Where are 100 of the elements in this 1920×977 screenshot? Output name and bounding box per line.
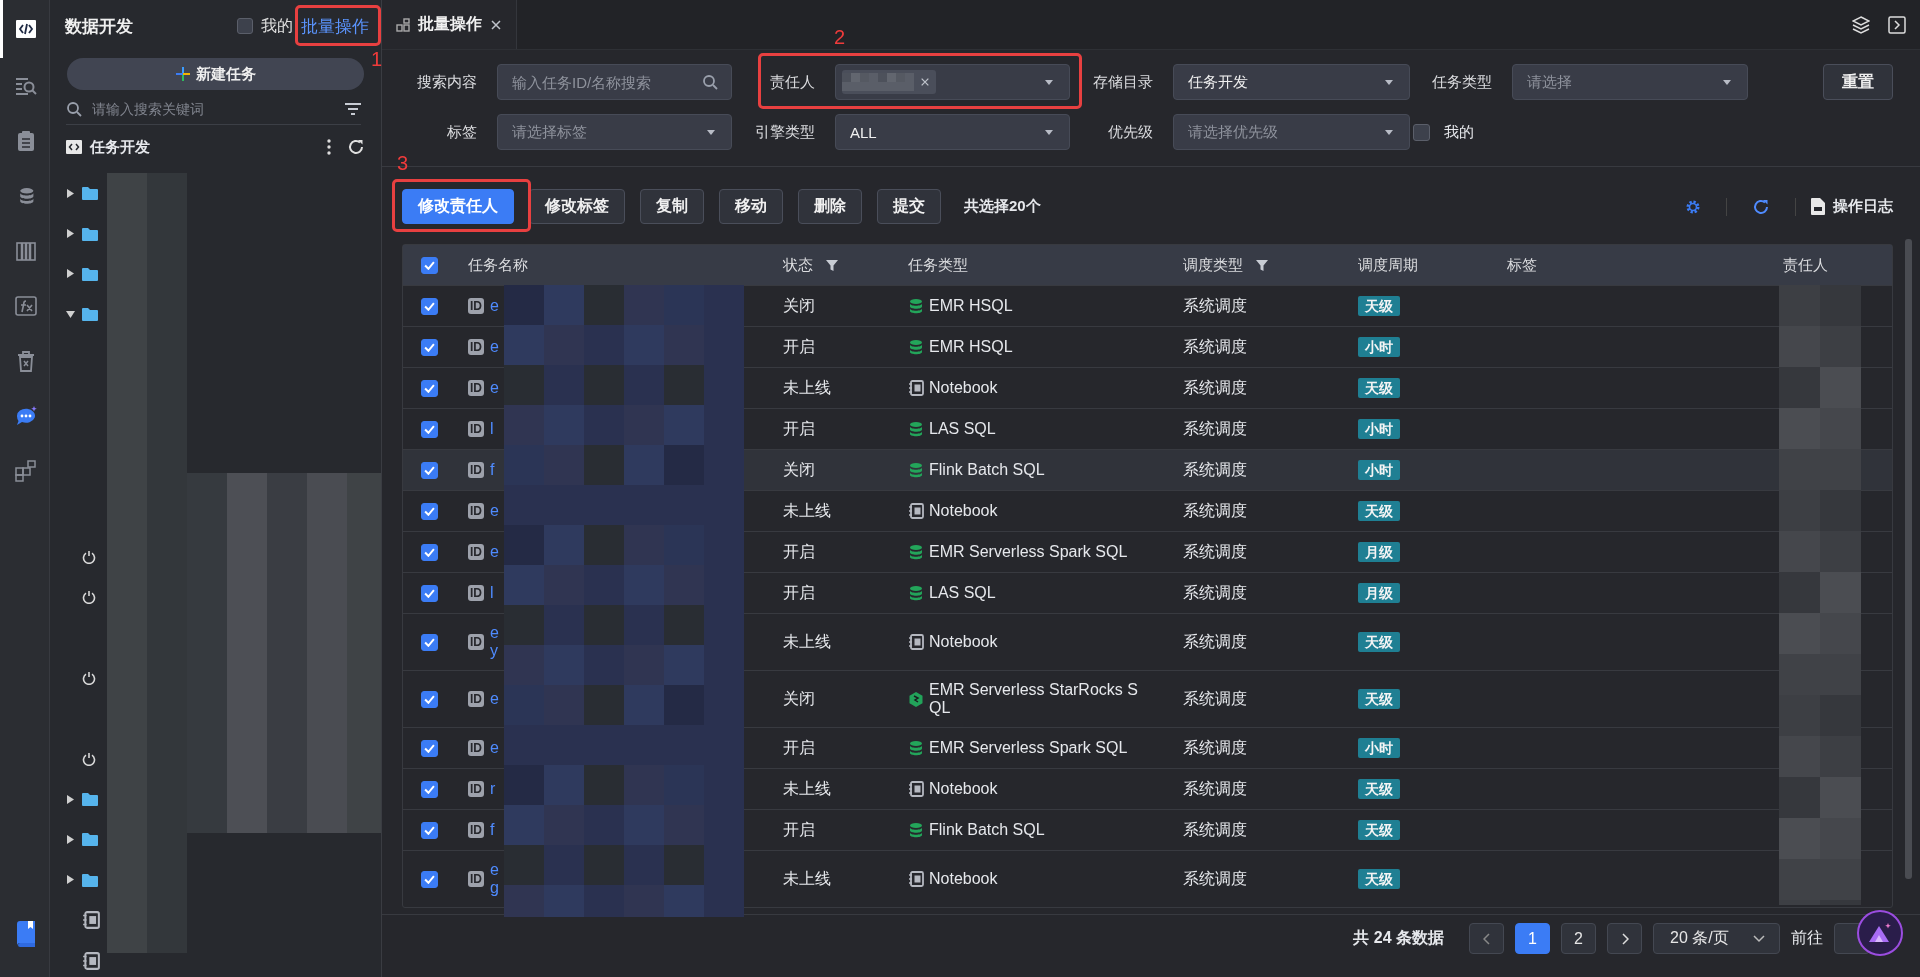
section-title: 任务开发 [90,137,151,157]
search-field[interactable]: 请输入搜索关键词 [90,100,337,118]
caret-right-icon[interactable] [65,229,75,239]
page-button[interactable]: 1 [1515,923,1550,954]
table-cell-text: 关闭 [782,296,816,316]
task-name-link[interactable]: e [490,739,499,757]
layers-icon[interactable] [1852,15,1870,34]
panel-toggle-icon[interactable] [1888,15,1906,34]
select-field[interactable]: 请选择 [1512,64,1748,100]
action-button[interactable]: 修改标签 [529,189,625,224]
checkbox[interactable] [420,780,438,798]
caret-right-icon[interactable] [65,794,75,804]
new-task-button[interactable]: 新建任务 [67,58,364,90]
checkbox[interactable] [420,256,438,274]
close-icon[interactable] [920,77,930,87]
caret-right-icon[interactable] [65,875,75,885]
folder-icon [82,266,98,281]
checkbox[interactable] [420,420,438,438]
checkbox[interactable] [420,584,438,602]
select-field[interactable]: 任务开发 [1173,64,1410,100]
task-name-link[interactable]: e [490,379,499,397]
table-cell: Notebook [929,502,998,520]
table-cell-text: 系统调度 [1182,378,1248,398]
checkbox[interactable] [237,18,253,34]
select-field[interactable]: 请选择标签 [497,114,732,150]
checkbox[interactable] [420,690,438,708]
checkbox[interactable] [420,633,438,651]
filter-icon[interactable] [1255,258,1269,272]
close-icon[interactable] [490,18,502,31]
task-name-link[interactable]: l [490,420,494,438]
checkbox[interactable] [420,297,438,315]
caret-right-icon[interactable] [65,834,75,844]
caret-right-icon[interactable] [65,188,75,198]
task-name-link[interactable]: f [490,461,495,479]
field-label: 引擎类型 [754,122,816,142]
table-cell-text: 系统调度 [1182,501,1248,521]
checkbox[interactable] [420,870,438,888]
reset-button[interactable]: 重置 [1823,64,1893,100]
check-icon [423,874,435,884]
task-name-link[interactable]: l [490,584,494,602]
scrollbar[interactable] [1905,239,1912,879]
task-name-link[interactable]: e g [490,861,499,897]
task-name-link[interactable]: f [490,821,495,839]
task-name-link[interactable]: r [490,780,496,798]
batch-link[interactable]: 批量操作 [301,14,369,38]
table-cell-text: 系统调度 [1182,632,1248,652]
action-button[interactable]: 删除 [798,189,862,224]
checkbox[interactable] [420,739,438,757]
page-size-select[interactable]: 20 条/页 [1653,923,1780,954]
table-cell: Flink Batch SQL [929,461,1045,479]
checkbox[interactable] [420,543,438,561]
search-field[interactable]: 输入任务ID/名称搜索 [497,64,732,100]
caret-down-icon[interactable] [65,309,75,319]
chat-bot-icon [15,404,37,427]
selection-count: 共选择20个 [964,197,1041,216]
task-name-link[interactable]: e [490,502,499,520]
checkbox[interactable] [420,461,438,479]
table-cell-text: 开启 [782,337,816,357]
id-badge: ID [468,380,484,396]
task-name-link[interactable]: e y [490,624,499,660]
table-cell-text: 系统调度 [1182,689,1248,709]
id-badge: ID [468,421,484,437]
tab[interactable]: 批量操作 [382,0,517,49]
filter-icon[interactable] [825,258,839,272]
select-field[interactable]: 请选择优先级 [1173,114,1410,150]
code-icon [15,18,37,40]
task-name-link[interactable]: e [490,543,499,561]
settings-icon[interactable] [1685,198,1701,215]
filter-icon[interactable] [345,103,361,115]
next-page-button[interactable] [1607,923,1642,954]
checkbox[interactable] [420,338,438,356]
select-field[interactable]: ALL [835,114,1070,150]
table-cell-text: 系统调度 [1182,820,1248,840]
checkbox[interactable] [420,379,438,397]
table-cell-text: 开启 [782,820,816,840]
folder-icon [82,792,98,807]
more-icon[interactable] [327,139,331,155]
check-icon [423,301,435,311]
checkbox[interactable] [420,821,438,839]
action-button[interactable]: 修改责任人 [402,189,514,224]
refresh-icon[interactable] [1752,197,1770,216]
action-button[interactable]: 提交 [877,189,941,224]
table-cell-text: 开启 [782,583,816,603]
task-name-link[interactable]: e [490,338,499,356]
refresh-icon[interactable] [347,138,365,156]
checkbox[interactable] [1413,123,1430,141]
blurred-area [842,73,914,91]
log-link[interactable]: 操作日志 [1811,197,1893,216]
check-icon [423,383,435,393]
action-button[interactable]: 复制 [640,189,704,224]
field-label: 任务类型 [1431,72,1493,92]
page-button[interactable]: 2 [1561,923,1596,954]
task-name-link[interactable]: e [490,690,499,708]
caret-right-icon[interactable] [65,269,75,279]
action-button[interactable]: 移动 [719,189,783,224]
total-count: 共 24 条数据 [1353,928,1444,948]
table-cell: EMR Serverless StarRocks SQL [929,681,1139,717]
checkbox[interactable] [420,502,438,520]
check-icon [423,588,435,598]
task-name-link[interactable]: e [490,297,499,315]
